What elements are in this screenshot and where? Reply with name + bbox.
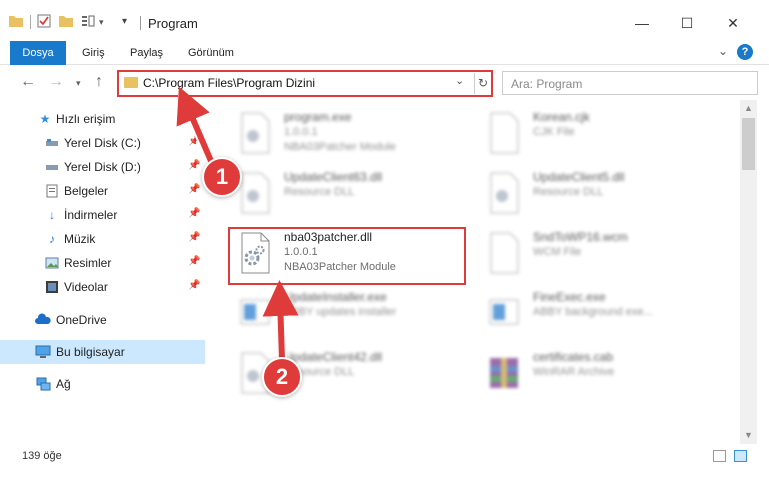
step-badge-1: 1 bbox=[202, 157, 242, 197]
step-badge-2: 2 bbox=[262, 357, 302, 397]
annotation-arrows bbox=[176, 86, 299, 365]
